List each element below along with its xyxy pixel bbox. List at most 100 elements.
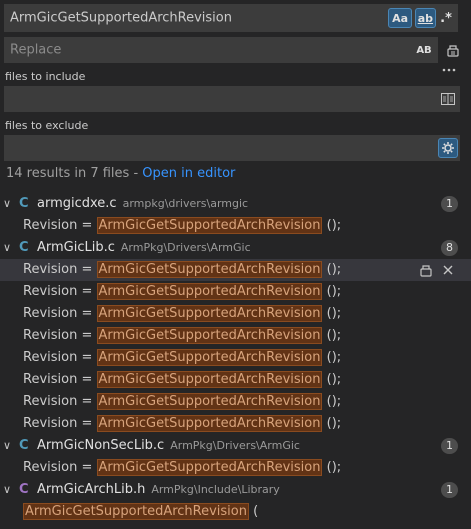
match-text: Revision = ArmGicGetSupportedArchRevisio… [23, 457, 341, 479]
match-highlight: ArmGicGetSupportedArchRevision [96, 349, 323, 366]
match-count-badge: 8 [441, 240, 458, 256]
match-pre: Revision = [23, 218, 97, 233]
file-path: ArmPkg\Drivers\ArmGic [120, 241, 251, 254]
use-exclude-settings-icon[interactable] [438, 138, 458, 158]
file-row[interactable]: ∨ C ArmGicArchLib.h ArmPkg\Include\Librar… [0, 479, 471, 501]
match-row[interactable]: Revision = ArmGicGetSupportedArchRevisio… [0, 347, 471, 369]
results-tree: ∨ C armgicdxe.c armpkg\drivers\armgic 1 R… [0, 193, 471, 523]
results-summary: 14 results in 7 files - Open in editor [6, 166, 235, 181]
regex-button[interactable]: .* [436, 8, 456, 28]
file-row[interactable]: ∨ C armgicdxe.c armpkg\drivers\armgic 1 [0, 193, 471, 215]
match-text: Revision = ArmGicGetSupportedArchRevisio… [23, 281, 341, 303]
results-count-text: 14 results in 7 files - [6, 166, 143, 181]
open-in-editor-link[interactable]: Open in editor [142, 166, 235, 181]
match-text: Revision = ArmGicGetSupportedArchRevisio… [23, 347, 341, 369]
match-highlight: ArmGicGetSupportedArchRevision [96, 459, 323, 476]
match-highlight: ArmGicGetSupportedArchRevision [96, 283, 323, 300]
file-row[interactable]: ∨ C ArmGicNonSecLib.c ArmPkg\Drivers\ArmG… [0, 435, 471, 457]
exclude-input[interactable] [4, 135, 460, 161]
match-text: Revision = ArmGicGetSupportedArchRevisio… [23, 259, 341, 281]
file-name-group: armgicdxe.c armpkg\drivers\armgic [37, 193, 248, 215]
search-query: ArmGicGetSupportedArchRevision [10, 10, 232, 26]
match-highlight: ArmGicGetSupportedArchRevision [96, 261, 323, 278]
match-highlight: ArmGicGetSupportedArchRevision [96, 327, 323, 344]
match-pre: Revision = [23, 372, 97, 387]
match-post: (); [322, 262, 342, 277]
match-post: ( [248, 504, 259, 519]
match-post: (); [322, 394, 342, 409]
match-row[interactable]: Revision = ArmGicGetSupportedArchRevisio… [0, 325, 471, 347]
replace-placeholder: Replace [10, 42, 62, 58]
match-post: (); [322, 416, 342, 431]
file-path: ArmPkg\Include\Library [151, 483, 280, 496]
file-name: ArmGicNonSecLib.c [37, 438, 165, 453]
match-row[interactable]: ArmGicGetSupportedArchRevision ( [0, 501, 471, 523]
file-name-group: ArmGicNonSecLib.c ArmPkg\Drivers\ArmGic [37, 435, 300, 457]
match-case-button[interactable]: Aa [388, 8, 412, 28]
file-name: ArmGicLib.c [37, 240, 115, 255]
match-count-badge: 1 [441, 482, 458, 498]
match-post: (); [322, 306, 342, 321]
match-post: (); [322, 372, 342, 387]
match-text: Revision = ArmGicGetSupportedArchRevisio… [23, 369, 341, 391]
c-file-icon: C [19, 438, 29, 453]
match-post: (); [322, 350, 342, 365]
replace-match-icon[interactable] [419, 259, 433, 281]
match-row[interactable]: Revision = ArmGicGetSupportedArchRevisio… [0, 413, 471, 435]
match-text: Revision = ArmGicGetSupportedArchRevisio… [23, 391, 341, 413]
match-highlight: ArmGicGetSupportedArchRevision [96, 415, 323, 432]
include-label: files to include [5, 70, 86, 83]
match-highlight: ArmGicGetSupportedArchRevision [96, 371, 323, 388]
preserve-case-button[interactable]: AB [414, 40, 434, 60]
match-count-badge: 1 [441, 196, 458, 212]
file-path: armpkg\drivers\armgic [122, 197, 249, 210]
match-row[interactable]: Revision = ArmGicGetSupportedArchRevisio… [0, 303, 471, 325]
c-file-icon: C [19, 240, 29, 255]
dismiss-match-icon[interactable] [442, 259, 454, 281]
match-pre: Revision = [23, 328, 97, 343]
match-post: (); [322, 284, 342, 299]
match-row[interactable]: Revision = ArmGicGetSupportedArchRevisio… [0, 369, 471, 391]
match-row[interactable]: Revision = ArmGicGetSupportedArchRevisio… [0, 215, 471, 237]
match-row[interactable]: Revision = ArmGicGetSupportedArchRevisio… [0, 457, 471, 479]
match-pre: Revision = [23, 350, 97, 365]
include-input[interactable] [4, 86, 460, 112]
h-file-icon: C [19, 482, 29, 497]
match-count-badge: 1 [441, 438, 458, 454]
match-post: (); [322, 218, 342, 233]
match-highlight: ArmGicGetSupportedArchRevision [96, 393, 323, 410]
file-row[interactable]: ∨ C ArmGicLib.c ArmPkg\Drivers\ArmGic 8 [0, 237, 471, 259]
match-highlight: ArmGicGetSupportedArchRevision [96, 217, 323, 234]
file-name-group: ArmGicLib.c ArmPkg\Drivers\ArmGic [37, 237, 251, 259]
match-post: (); [322, 328, 342, 343]
open-editors-only-icon[interactable] [440, 91, 456, 107]
chevron-down-icon[interactable]: ∨ [3, 479, 15, 501]
search-input[interactable]: ArmGicGetSupportedArchRevision Aa ab .* [4, 4, 458, 32]
replace-all-icon[interactable] [444, 41, 462, 59]
match-text: Revision = ArmGicGetSupportedArchRevisio… [23, 413, 341, 435]
match-text: Revision = ArmGicGetSupportedArchRevisio… [23, 215, 341, 237]
match-text: ArmGicGetSupportedArchRevision ( [23, 501, 258, 523]
file-name-group: ArmGicArchLib.h ArmPkg\Include\Library [37, 479, 280, 501]
match-pre: Revision = [23, 460, 97, 475]
file-path: ArmPkg\Drivers\ArmGic [170, 439, 300, 452]
match-highlight: ArmGicGetSupportedArchRevision [96, 305, 323, 322]
match-pre: Revision = [23, 262, 97, 277]
match-pre: Revision = [23, 306, 97, 321]
match-highlight: ArmGicGetSupportedArchRevision [23, 503, 249, 520]
file-name: ArmGicArchLib.h [37, 482, 146, 497]
match-whole-word-button[interactable]: ab [414, 8, 436, 28]
match-post: (); [322, 460, 342, 475]
chevron-down-icon[interactable]: ∨ [3, 193, 15, 215]
chevron-down-icon[interactable]: ∨ [3, 237, 15, 259]
file-name: armgicdxe.c [37, 196, 117, 211]
more-options-icon[interactable] [441, 62, 457, 78]
chevron-down-icon[interactable]: ∨ [3, 435, 15, 457]
match-row[interactable]: Revision = ArmGicGetSupportedArchRevisio… [0, 259, 471, 281]
match-row[interactable]: Revision = ArmGicGetSupportedArchRevisio… [0, 281, 471, 303]
replace-input[interactable]: Replace AB [4, 37, 438, 63]
match-text: Revision = ArmGicGetSupportedArchRevisio… [23, 325, 341, 347]
match-pre: Revision = [23, 416, 97, 431]
match-row[interactable]: Revision = ArmGicGetSupportedArchRevisio… [0, 391, 471, 413]
exclude-label: files to exclude [5, 119, 89, 132]
